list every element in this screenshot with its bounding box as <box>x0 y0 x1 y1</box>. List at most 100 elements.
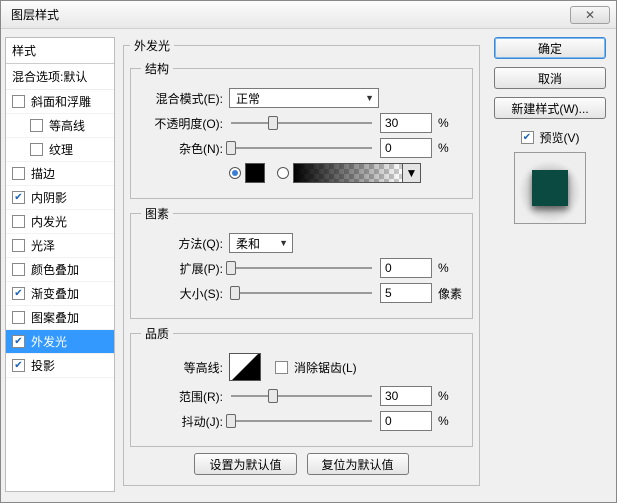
ok-button[interactable]: 确定 <box>494 37 606 59</box>
color-radio[interactable] <box>229 167 241 179</box>
blend-mode-label: 混合模式(E): <box>141 90 229 107</box>
structure-legend: 结构 <box>141 60 173 77</box>
gradient-swatch[interactable] <box>293 163 403 183</box>
jitter-input[interactable]: 0 <box>380 411 432 431</box>
antialias-checkbox[interactable] <box>275 361 288 374</box>
opacity-label: 不透明度(O): <box>141 115 229 132</box>
sidebar-header: 样式 <box>6 38 114 64</box>
style-label: 内阴影 <box>31 189 67 206</box>
checkbox[interactable] <box>12 239 25 252</box>
style-item-contour[interactable]: 等高线 <box>6 114 114 138</box>
checkbox[interactable]: ✔ <box>12 359 25 372</box>
checkbox[interactable] <box>12 263 25 276</box>
window-title: 图层样式 <box>7 6 570 23</box>
outer-glow-group: 外发光 结构 混合模式(E): 正常 ▼ 不透明度(O): 30 <box>123 37 480 486</box>
style-item-pattern-overlay[interactable]: 图案叠加 <box>6 306 114 330</box>
spread-slider[interactable] <box>231 259 372 277</box>
jitter-slider[interactable] <box>231 412 372 430</box>
panel-title: 外发光 <box>130 37 174 54</box>
range-label: 范围(R): <box>141 388 229 405</box>
gradient-radio[interactable] <box>277 167 289 179</box>
style-label: 斜面和浮雕 <box>31 93 91 110</box>
chevron-down-icon: ▼ <box>279 238 288 248</box>
style-label: 外发光 <box>31 333 67 350</box>
style-item-outer-glow[interactable]: ✔ 外发光 <box>6 330 114 354</box>
checkbox[interactable]: ✔ <box>12 335 25 348</box>
style-item-texture[interactable]: 纹理 <box>6 138 114 162</box>
antialias-label: 消除锯齿(L) <box>294 359 357 376</box>
layer-style-dialog: 图层样式 ✕ 样式 混合选项:默认 斜面和浮雕 等高线 纹理 描边 ✔ 内阴影 内… <box>0 0 617 503</box>
new-style-button[interactable]: 新建样式(W)... <box>494 97 606 119</box>
style-label: 等高线 <box>49 117 85 134</box>
close-icon: ✕ <box>585 8 595 22</box>
spread-unit: % <box>432 261 462 275</box>
range-input[interactable]: 30 <box>380 386 432 406</box>
contour-label: 等高线: <box>141 359 229 376</box>
quality-group: 品质 等高线: 消除锯齿(L) 范围(R): 30 % <box>130 325 473 447</box>
jitter-label: 抖动(J): <box>141 413 229 430</box>
preview-checkbox[interactable]: ✔ <box>521 131 534 144</box>
checkbox[interactable] <box>12 215 25 228</box>
style-label: 投影 <box>31 357 55 374</box>
checkbox[interactable]: ✔ <box>12 191 25 204</box>
opacity-slider[interactable] <box>231 114 372 132</box>
size-unit: 像素 <box>432 285 462 302</box>
titlebar: 图层样式 ✕ <box>1 1 616 29</box>
size-slider[interactable] <box>231 284 372 302</box>
checkbox[interactable] <box>12 311 25 324</box>
spread-label: 扩展(P): <box>141 260 229 277</box>
blend-mode-value: 正常 <box>236 90 260 107</box>
chevron-down-icon: ▼ <box>406 166 418 180</box>
checkbox[interactable] <box>30 119 43 132</box>
set-default-button[interactable]: 设置为默认值 <box>194 453 296 475</box>
checkbox[interactable]: ✔ <box>12 287 25 300</box>
style-item-satin[interactable]: 光泽 <box>6 234 114 258</box>
style-item-inner-shadow[interactable]: ✔ 内阴影 <box>6 186 114 210</box>
style-item-inner-glow[interactable]: 内发光 <box>6 210 114 234</box>
style-label: 描边 <box>31 165 55 182</box>
size-input[interactable]: 5 <box>380 283 432 303</box>
close-button[interactable]: ✕ <box>570 6 610 24</box>
jitter-unit: % <box>432 414 462 428</box>
noise-input[interactable]: 0 <box>380 138 432 158</box>
contour-picker[interactable] <box>229 353 261 381</box>
style-item-stroke[interactable]: 描边 <box>6 162 114 186</box>
style-label: 渐变叠加 <box>31 285 79 302</box>
checkbox[interactable] <box>12 167 25 180</box>
method-dropdown[interactable]: 柔和 ▼ <box>229 233 293 253</box>
range-unit: % <box>432 389 462 403</box>
opacity-unit: % <box>432 116 462 130</box>
style-label: 光泽 <box>31 237 55 254</box>
style-item-gradient-overlay[interactable]: ✔ 渐变叠加 <box>6 282 114 306</box>
blend-options-default[interactable]: 混合选项:默认 <box>6 64 114 90</box>
chevron-down-icon: ▼ <box>365 93 374 103</box>
preview-swatch <box>532 170 568 206</box>
quality-legend: 品质 <box>141 325 173 342</box>
gradient-dropdown-button[interactable]: ▼ <box>403 163 421 183</box>
style-item-bevel[interactable]: 斜面和浮雕 <box>6 90 114 114</box>
elements-group: 图素 方法(Q): 柔和 ▼ 扩展(P): 0 % <box>130 205 473 319</box>
checkbox[interactable] <box>30 143 43 156</box>
main-panel: 外发光 结构 混合模式(E): 正常 ▼ 不透明度(O): 30 <box>115 37 488 492</box>
reset-default-button[interactable]: 复位为默认值 <box>307 453 409 475</box>
noise-unit: % <box>432 141 462 155</box>
spread-input[interactable]: 0 <box>380 258 432 278</box>
style-item-color-overlay[interactable]: 颜色叠加 <box>6 258 114 282</box>
style-item-drop-shadow[interactable]: ✔ 投影 <box>6 354 114 378</box>
style-label: 内发光 <box>31 213 67 230</box>
styles-sidebar: 样式 混合选项:默认 斜面和浮雕 等高线 纹理 描边 ✔ 内阴影 内发光 光泽 颜… <box>5 37 115 492</box>
style-label: 颜色叠加 <box>31 261 79 278</box>
preview-label: 预览(V) <box>540 129 580 146</box>
opacity-input[interactable]: 30 <box>380 113 432 133</box>
right-column: 确定 取消 新建样式(W)... ✔ 预览(V) <box>488 37 606 492</box>
elements-legend: 图素 <box>141 205 173 222</box>
blend-mode-dropdown[interactable]: 正常 ▼ <box>229 88 379 108</box>
method-value: 柔和 <box>236 235 260 252</box>
range-slider[interactable] <box>231 387 372 405</box>
color-swatch[interactable] <box>245 163 265 183</box>
cancel-button[interactable]: 取消 <box>494 67 606 89</box>
method-label: 方法(Q): <box>141 235 229 252</box>
checkbox[interactable] <box>12 95 25 108</box>
noise-slider[interactable] <box>231 139 372 157</box>
noise-label: 杂色(N): <box>141 140 229 157</box>
